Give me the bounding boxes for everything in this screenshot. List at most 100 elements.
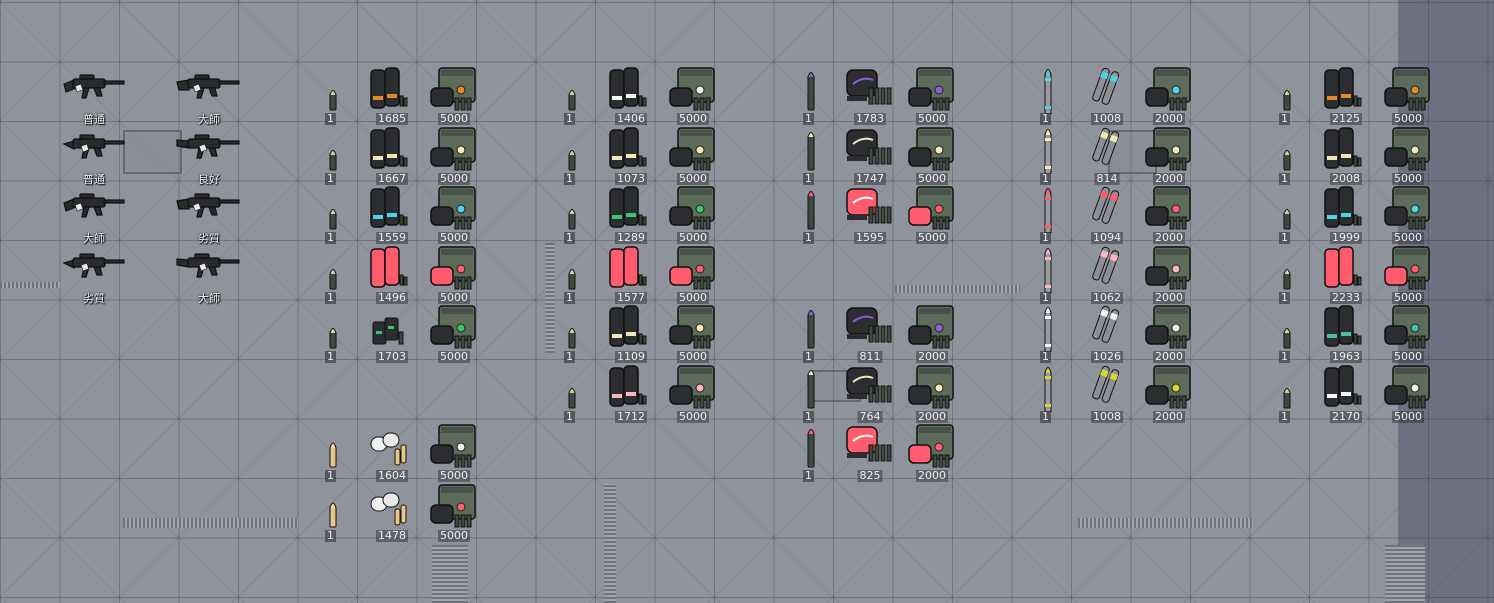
ammo-single[interactable]: 1: [562, 364, 582, 424]
ammo-single[interactable]: 1: [1277, 66, 1297, 126]
ammo-pack[interactable]: 1008: [1082, 364, 1132, 424]
ammo-pack[interactable]: 1712: [606, 364, 656, 424]
ammo-pack[interactable]: 1703: [367, 304, 417, 364]
ammo-crate[interactable]: 5000: [666, 185, 720, 245]
ammo-pack[interactable]: 825: [845, 423, 895, 483]
ammo-single[interactable]: 1: [801, 364, 821, 424]
ammo-crate[interactable]: 2000: [1142, 304, 1196, 364]
ammo-pack[interactable]: 1595: [845, 185, 895, 245]
weapon-item[interactable]: 劣質: [173, 185, 245, 245]
weapon-item[interactable]: 大師: [58, 185, 130, 245]
ammo-single[interactable]: 1: [562, 245, 582, 305]
ammo-crate[interactable]: 5000: [1381, 185, 1435, 245]
ammo-crate[interactable]: 5000: [1381, 126, 1435, 186]
ammo-single[interactable]: 1: [1277, 245, 1297, 305]
ammo-pack[interactable]: 1094: [1082, 185, 1132, 245]
ammo-pack[interactable]: 1685: [367, 66, 417, 126]
ammo-pack[interactable]: 1109: [606, 304, 656, 364]
ammo-pack[interactable]: 1289: [606, 185, 656, 245]
ammo-crate[interactable]: 2000: [1142, 126, 1196, 186]
ammo-pack[interactable]: 1478: [367, 483, 417, 543]
ammo-crate[interactable]: 5000: [666, 126, 720, 186]
ammo-pack[interactable]: 1999: [1321, 185, 1371, 245]
ammo-crate[interactable]: 5000: [427, 245, 481, 305]
ammo-pack[interactable]: 1604: [367, 423, 417, 483]
ammo-crate[interactable]: 2000: [905, 364, 959, 424]
ammo-crate[interactable]: 5000: [427, 66, 481, 126]
ammo-single[interactable]: 1: [801, 185, 821, 245]
ammo-pack[interactable]: 2125: [1321, 66, 1371, 126]
ammo-pack[interactable]: 1747: [845, 126, 895, 186]
ammo-single[interactable]: 1: [323, 126, 343, 186]
ammo-pack[interactable]: 764: [845, 364, 895, 424]
ammo-single[interactable]: 1: [1038, 185, 1058, 245]
weapon-item[interactable]: 普通: [58, 66, 130, 126]
ammo-single[interactable]: 1: [323, 483, 343, 543]
ammo-pack[interactable]: 1577: [606, 245, 656, 305]
ammo-crate[interactable]: 2000: [1142, 245, 1196, 305]
ammo-pack[interactable]: 1026: [1082, 304, 1132, 364]
ammo-single[interactable]: 1: [323, 304, 343, 364]
ammo-pack[interactable]: 1667: [367, 126, 417, 186]
ammo-crate[interactable]: 2000: [905, 304, 959, 364]
ammo-crate[interactable]: 2000: [905, 423, 959, 483]
ammo-crate[interactable]: 5000: [905, 66, 959, 126]
ammo-crate[interactable]: 5000: [666, 245, 720, 305]
weapon-item[interactable]: 大師: [173, 245, 245, 305]
ammo-pack[interactable]: 1062: [1082, 245, 1132, 305]
ammo-crate[interactable]: 5000: [1381, 66, 1435, 126]
ammo-crate[interactable]: 5000: [1381, 245, 1435, 305]
ammo-pack[interactable]: 1496: [367, 245, 417, 305]
ammo-crate[interactable]: 5000: [427, 126, 481, 186]
ammo-single[interactable]: 1: [801, 66, 821, 126]
ammo-single[interactable]: 1: [562, 126, 582, 186]
ammo-crate[interactable]: 5000: [666, 66, 720, 126]
ammo-crate[interactable]: 5000: [1381, 304, 1435, 364]
ammo-pack[interactable]: 2008: [1321, 126, 1371, 186]
ammo-pack[interactable]: 811: [845, 304, 895, 364]
ammo-single[interactable]: 1: [323, 423, 343, 483]
ammo-crate[interactable]: 5000: [427, 304, 481, 364]
ammo-pack[interactable]: 2233: [1321, 245, 1371, 305]
ammo-crate[interactable]: 5000: [427, 423, 481, 483]
ammo-crate[interactable]: 5000: [905, 126, 959, 186]
ammo-pack[interactable]: 814: [1082, 126, 1132, 186]
ammo-single[interactable]: 1: [1277, 364, 1297, 424]
ammo-single[interactable]: 1: [323, 66, 343, 126]
ammo-single[interactable]: 1: [562, 66, 582, 126]
ammo-single[interactable]: 1: [562, 185, 582, 245]
ammo-pack[interactable]: 1406: [606, 66, 656, 126]
ammo-pack[interactable]: 1073: [606, 126, 656, 186]
ammo-single[interactable]: 1: [323, 185, 343, 245]
ammo-crate[interactable]: 5000: [666, 364, 720, 424]
ammo-single[interactable]: 1: [801, 423, 821, 483]
ammo-single[interactable]: 1: [562, 304, 582, 364]
ammo-pack[interactable]: 2170: [1321, 364, 1371, 424]
weapon-item[interactable]: 劣質: [58, 245, 130, 305]
ammo-single[interactable]: 1: [1038, 304, 1058, 364]
ammo-single[interactable]: 1: [1038, 66, 1058, 126]
ammo-single[interactable]: 1: [1038, 245, 1058, 305]
ammo-crate[interactable]: 5000: [427, 185, 481, 245]
ammo-single[interactable]: 1: [801, 126, 821, 186]
ammo-crate[interactable]: 2000: [1142, 364, 1196, 424]
ammo-crate[interactable]: 5000: [1381, 364, 1435, 424]
ammo-pack[interactable]: 1783: [845, 66, 895, 126]
ammo-crate[interactable]: 2000: [1142, 66, 1196, 126]
ammo-crate[interactable]: 5000: [905, 185, 959, 245]
ammo-single[interactable]: 1: [323, 245, 343, 305]
ammo-single[interactable]: 1: [1277, 126, 1297, 186]
ammo-crate[interactable]: 5000: [666, 304, 720, 364]
ammo-single[interactable]: 1: [1277, 304, 1297, 364]
ammo-single[interactable]: 1: [1277, 185, 1297, 245]
ammo-single[interactable]: 1: [1038, 364, 1058, 424]
ammo-pack[interactable]: 1559: [367, 185, 417, 245]
ammo-single[interactable]: 1: [1038, 126, 1058, 186]
weapon-item[interactable]: 良好: [173, 126, 245, 186]
ammo-crate[interactable]: 2000: [1142, 185, 1196, 245]
ammo-pack[interactable]: 1008: [1082, 66, 1132, 126]
ammo-pack[interactable]: 1963: [1321, 304, 1371, 364]
ammo-single[interactable]: 1: [801, 304, 821, 364]
weapon-item[interactable]: 普通: [58, 126, 130, 186]
ammo-crate[interactable]: 5000: [427, 483, 481, 543]
